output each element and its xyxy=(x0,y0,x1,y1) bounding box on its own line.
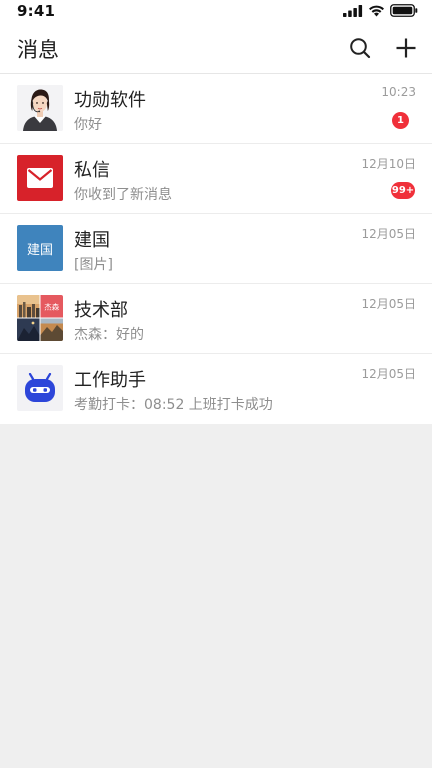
unread-badge: 99+ xyxy=(391,182,415,199)
conversation-time: 12月05日 xyxy=(361,227,416,241)
conversation-name: 技术部 xyxy=(74,300,128,321)
conversation-preview: 你好 xyxy=(74,117,102,133)
messages-screen: 9:41 消息 功勋软件 你好 10:23 1 私信 你收到了新消息 12月10… xyxy=(0,0,432,768)
private-message-avatar xyxy=(17,155,63,201)
conversation-name: 功勋软件 xyxy=(74,90,146,111)
header: 消息 xyxy=(0,24,432,74)
conversation-row[interactable]: 工作助手 考勤打卡：08:52 上班打卡成功 12月05日 xyxy=(0,354,432,424)
status-icons xyxy=(343,4,418,17)
search-button[interactable] xyxy=(347,35,373,61)
conversation-list: 功勋软件 你好 10:23 1 私信 你收到了新消息 12月10日 99+ 建国… xyxy=(0,74,432,424)
search-icon xyxy=(350,38,371,59)
conversation-time: 12月05日 xyxy=(361,367,416,381)
svg-text:杰森: 杰森 xyxy=(44,302,59,312)
conversation-row[interactable]: 建国 建国 [图片] 12月05日 xyxy=(0,214,432,284)
conversation-row[interactable]: 功勋软件 你好 10:23 1 xyxy=(0,74,432,144)
conversation-preview: 你收到了新消息 xyxy=(74,187,172,203)
conversation-preview: [图片] xyxy=(74,257,113,273)
group-avatar: 杰森 xyxy=(17,295,63,341)
status-bar: 9:41 xyxy=(0,0,432,24)
conversation-time: 10:23 xyxy=(381,85,416,99)
conversation-row[interactable]: 杰森 技术部 杰森：好的 12月05日 xyxy=(0,284,432,354)
conversation-time: 12月05日 xyxy=(361,297,416,311)
plus-icon xyxy=(396,38,416,58)
conversation-preview: 杰森：好的 xyxy=(74,327,144,343)
conversation-time: 12月10日 xyxy=(361,157,416,171)
unread-badge: 1 xyxy=(392,112,409,129)
text-avatar: 建国 xyxy=(17,225,63,271)
status-time: 9:41 xyxy=(17,2,56,20)
battery-icon xyxy=(390,4,418,17)
wifi-icon xyxy=(369,5,384,16)
conversation-name: 私信 xyxy=(74,160,110,181)
add-button[interactable] xyxy=(393,35,419,61)
robot-icon xyxy=(25,373,55,402)
top-bar: 9:41 消息 xyxy=(0,0,432,74)
conversation-name: 工作助手 xyxy=(74,370,146,391)
cellular-signal-icon xyxy=(343,4,363,17)
mail-icon xyxy=(27,168,53,188)
customer-service-avatar xyxy=(17,85,63,131)
conversation-row[interactable]: 私信 你收到了新消息 12月10日 99+ xyxy=(0,144,432,214)
conversation-name: 建国 xyxy=(74,230,110,251)
work-assistant-avatar xyxy=(17,365,63,411)
conversation-preview: 考勤打卡：08:52 上班打卡成功 xyxy=(74,397,273,413)
page-title: 消息 xyxy=(17,38,59,62)
